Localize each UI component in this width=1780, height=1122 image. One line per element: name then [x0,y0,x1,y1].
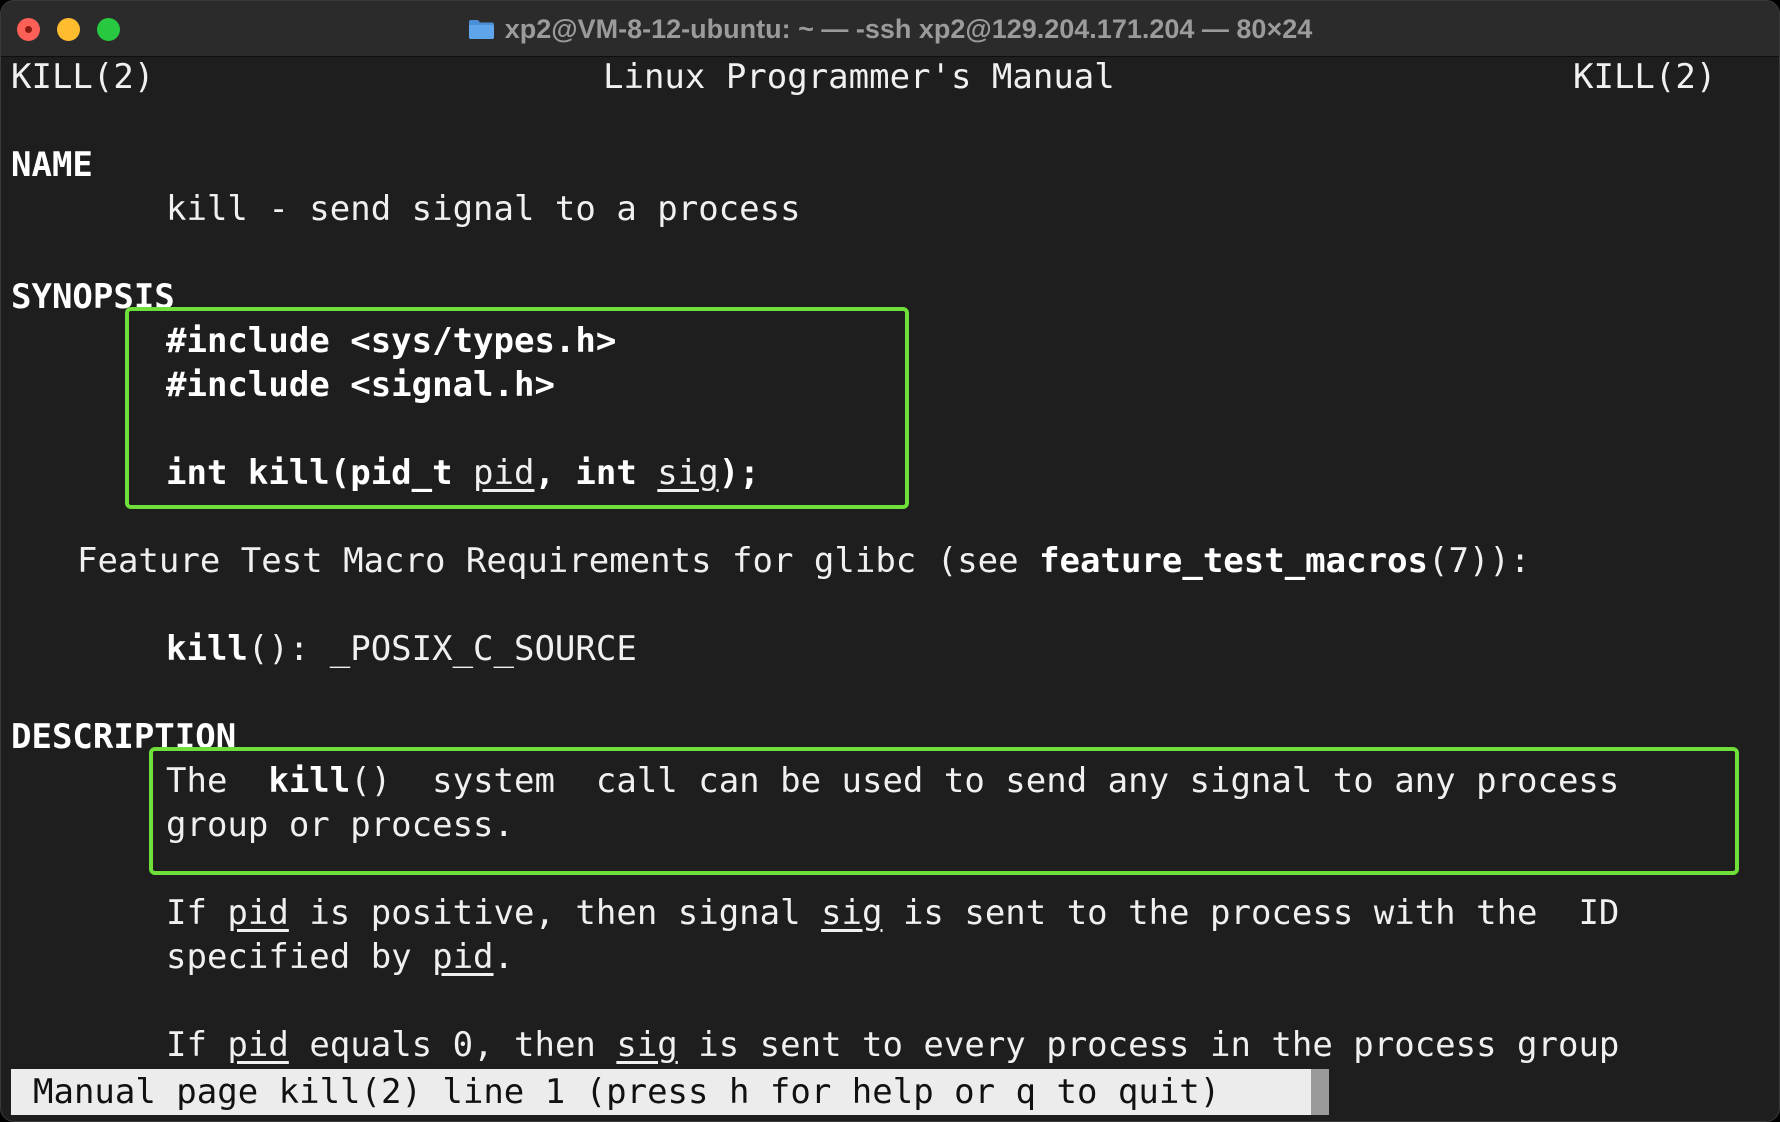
p3-a: If [166,1025,228,1065]
p2-sig: sig [821,893,883,933]
p2-line2-pid: pid [432,937,494,977]
pager-status-bar: Manual page kill(2) line 1 (press h for … [11,1069,1311,1115]
ftm-rest: (): _POSIX_C_SOURCE [247,629,637,669]
title-bar[interactable]: xp2@VM-8-12-ubuntu: ~ — -ssh xp2@129.204… [1,1,1779,57]
pid-positive-line-1: If pid is positive, then signal sig is s… [166,893,1619,933]
man-header-center: Linux Programmer's Manual [603,57,1115,97]
p2-c: is sent to the process with the ID [882,893,1620,933]
terminal-content[interactable]: KILL(2) Linux Programmer's Manual KILL(2… [1,57,1779,1121]
pid-zero-line: If pid equals 0, then sig is sent to eve… [166,1025,1619,1065]
p3-pid: pid [227,1025,289,1065]
p3-c: is sent to every process in the process … [677,1025,1620,1065]
p2-a: If [166,893,228,933]
p2-pid: pid [227,893,289,933]
p3-b: equals 0, then [288,1025,617,1065]
section-heading-name: NAME [11,145,93,185]
name-description: kill - send signal to a process [166,189,801,229]
ftm-bold: feature_test_macros [1039,541,1429,581]
ftm-func: kill [166,629,248,669]
window-title: xp2@VM-8-12-ubuntu: ~ — -ssh xp2@129.204… [504,13,1313,44]
ftm-requirement: kill(): _POSIX_C_SOURCE [166,629,637,669]
folder-icon [468,19,495,40]
man-header-right: KILL(2) [1573,57,1717,97]
feature-test-line: Feature Test Macro Requirements for glib… [77,541,1530,581]
pid-positive-line-2: specified by pid. [166,937,514,977]
pager-status-text: Manual page kill(2) line 1 (press h for … [33,1072,1221,1112]
description-highlight-box [149,747,1739,875]
window-title-group: xp2@VM-8-12-ubuntu: ~ — -ssh xp2@129.204… [1,1,1779,57]
p2-line2-a: specified by [166,937,433,977]
p3-sig: sig [616,1025,678,1065]
ftm-prefix: Feature Test Macro Requirements for glib… [77,541,1040,581]
synopsis-highlight-box [125,307,909,509]
terminal-cursor [1311,1069,1329,1115]
ftm-suffix: (7)): [1428,541,1531,581]
p2-line2-b: . [493,937,515,977]
terminal-window: xp2@VM-8-12-ubuntu: ~ — -ssh xp2@129.204… [0,0,1780,1122]
man-header-left: KILL(2) [11,57,155,97]
p2-b: is positive, then signal [288,893,822,933]
